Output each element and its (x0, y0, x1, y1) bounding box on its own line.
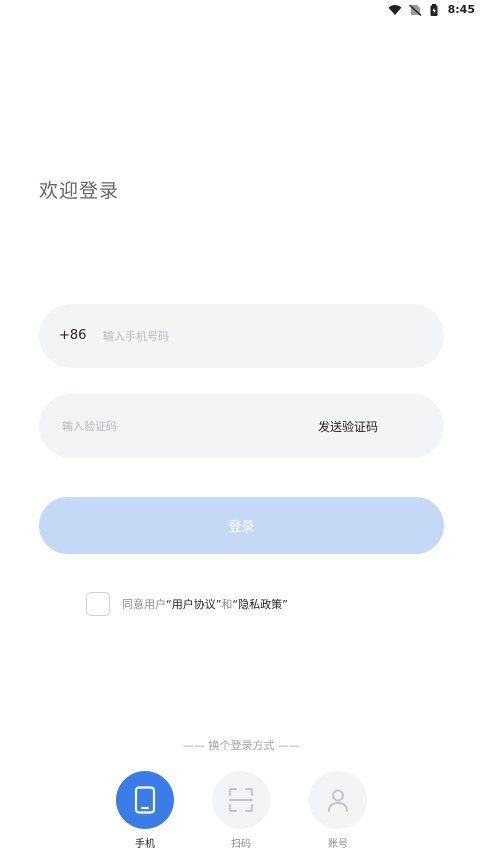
phone-input[interactable] (103, 324, 403, 348)
user-icon (328, 789, 348, 812)
agreement-row: 同意用户“用户协议”和“隐私政策” (86, 592, 288, 616)
verification-code-field[interactable]: 发送验证码 (39, 394, 444, 458)
phone-method-button[interactable] (116, 771, 174, 829)
account-method-button[interactable] (309, 771, 367, 829)
send-code-button[interactable]: 发送验证码 (318, 418, 378, 435)
login-button[interactable]: 登录 (39, 497, 444, 554)
privacy-policy-link[interactable]: “隐私政策” (232, 598, 287, 611)
scan-method-button[interactable] (212, 771, 270, 829)
agreement-checkbox[interactable] (86, 592, 110, 616)
account-method-label: 账号 (328, 839, 348, 850)
phone-field[interactable]: +86 (39, 304, 444, 368)
login-method-scan[interactable]: 扫码 (212, 771, 270, 850)
user-agreement-link[interactable]: “用户协议” (166, 598, 221, 611)
battery-icon (430, 3, 438, 16)
verification-code-input[interactable] (62, 414, 282, 438)
login-method-phone[interactable]: 手机 (116, 771, 174, 850)
phone-method-label: 手机 (135, 839, 155, 850)
agreement-text: 同意用户“用户协议”和“隐私政策” (122, 596, 288, 612)
country-code[interactable]: +86 (59, 328, 86, 343)
status-time: 8:45 (447, 3, 475, 16)
scan-icon (229, 788, 253, 812)
page-title: 欢迎登录 (39, 180, 120, 202)
agreement-conjunction: 和 (221, 598, 233, 611)
status-icons: 8:45 (388, 3, 475, 16)
phone-icon (134, 786, 156, 814)
scan-method-label: 扫码 (231, 839, 251, 850)
switch-login-label: —— 换个登录方式 —— (183, 739, 300, 752)
no-sim-icon (408, 3, 422, 16)
wifi-icon (388, 4, 402, 15)
status-bar: 8:45 (0, 0, 483, 20)
agreement-prefix: 同意用户 (122, 598, 166, 611)
login-method-account[interactable]: 账号 (309, 771, 367, 850)
